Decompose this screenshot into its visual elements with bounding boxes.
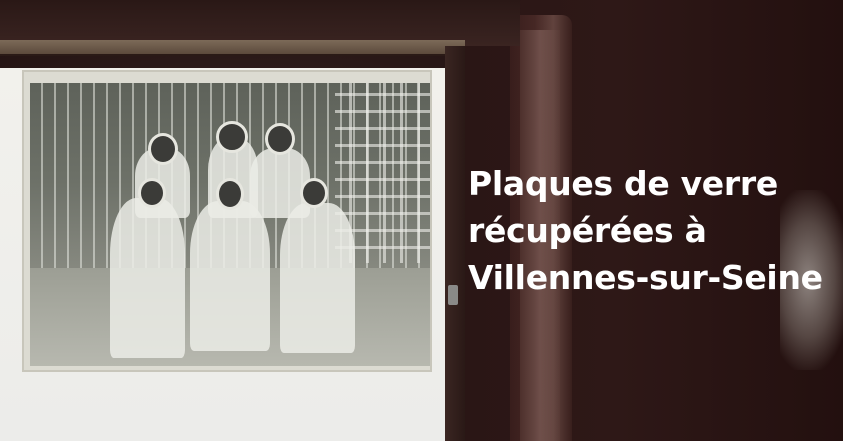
seated-person bbox=[110, 198, 185, 358]
caption-line-1: Plaques de verre bbox=[468, 164, 778, 203]
glass-plate-negative-image bbox=[30, 83, 430, 366]
person-head bbox=[300, 178, 328, 208]
person-head bbox=[216, 121, 248, 153]
seated-person bbox=[280, 203, 355, 353]
person-head bbox=[148, 133, 178, 165]
window-ledge bbox=[0, 40, 465, 56]
hinge-icon bbox=[448, 285, 458, 305]
window-frame-side bbox=[445, 46, 465, 441]
person-head bbox=[216, 178, 244, 210]
photo-scene: Plaques de verre récupérées à Villennes-… bbox=[0, 0, 843, 441]
caption-line-2: récupérées à bbox=[468, 211, 707, 250]
seated-person bbox=[190, 201, 270, 351]
caption-line-3: Villennes-sur-Seine bbox=[468, 258, 823, 297]
person-head bbox=[265, 123, 295, 155]
person-head bbox=[138, 178, 166, 208]
caption-text: Plaques de verre récupérées à Villennes-… bbox=[468, 160, 838, 301]
